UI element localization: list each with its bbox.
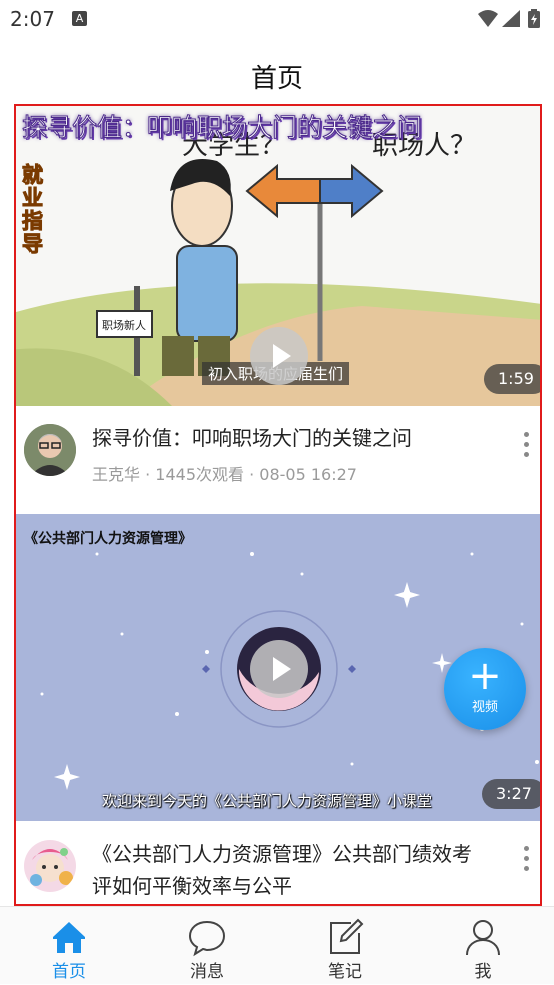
thumbnail-banner: 探寻价值：叩响职场大门的关键之问 bbox=[21, 113, 423, 143]
message-icon bbox=[188, 920, 226, 957]
video-thumbnail[interactable]: 职场新人 大学生？ 职场人？ 探寻价值：叩响职场大门的关键之问 就业指导 初入职… bbox=[16, 106, 540, 406]
title-bar: 首页 bbox=[0, 38, 554, 108]
play-button[interactable] bbox=[250, 327, 308, 385]
thumbnail-sign: 职场新人 bbox=[102, 318, 146, 332]
video-feed[interactable]: 职场新人 大学生？ 职场人？ 探寻价值：叩响职场大门的关键之问 就业指导 初入职… bbox=[14, 104, 542, 906]
note-icon bbox=[330, 918, 364, 954]
avatar[interactable] bbox=[24, 840, 76, 892]
video-title[interactable]: 《公共部门人力资源管理》公共部门绩效考评如何平衡效率与公平 bbox=[92, 838, 484, 902]
tab-home[interactable]: 首页 bbox=[0, 907, 138, 985]
add-video-button[interactable]: + 视频 bbox=[444, 648, 526, 730]
battery-icon bbox=[528, 9, 540, 28]
profile-icon bbox=[466, 920, 500, 956]
video-card[interactable]: 职场新人 大学生？ 职场人？ 探寻价值：叩响职场大门的关键之问 就业指导 初入职… bbox=[16, 106, 540, 514]
video-author[interactable]: 王克华 bbox=[92, 465, 140, 484]
thumbnail-side-text: 就业指导 bbox=[22, 163, 44, 256]
video-title[interactable]: 探寻价值：叩响职场大门的关键之问 bbox=[92, 422, 492, 454]
thumbnail-caption: 欢迎来到今天的《公共部门人力资源管理》小课堂 bbox=[102, 792, 433, 810]
meta-separator: · bbox=[249, 465, 260, 484]
avatar[interactable] bbox=[24, 424, 76, 476]
more-options-icon[interactable] bbox=[516, 844, 536, 874]
wifi-icon bbox=[478, 10, 498, 27]
page-title: 首页 bbox=[250, 64, 303, 94]
bottom-tab-bar: 首页 消息 笔记 我 bbox=[0, 906, 554, 984]
add-video-label: 视频 bbox=[471, 700, 498, 715]
tab-label: 我 bbox=[474, 962, 492, 982]
status-icons bbox=[476, 8, 546, 34]
tab-label: 消息 bbox=[190, 962, 224, 982]
play-button[interactable] bbox=[250, 640, 308, 698]
tab-notes[interactable]: 笔记 bbox=[276, 907, 414, 985]
video-views: 1445次观看 bbox=[155, 465, 245, 484]
status-bar: 2:07 A bbox=[0, 0, 554, 38]
notification-icon: A bbox=[72, 11, 87, 26]
home-icon bbox=[53, 922, 85, 953]
meta-separator: · bbox=[145, 465, 156, 484]
tab-label: 首页 bbox=[52, 962, 86, 982]
video-meta: 王克华 · 1445次观看 · 08-05 16:27 bbox=[92, 461, 357, 485]
thumbnail-topleft-text: 《公共部门人力资源管理》 bbox=[24, 531, 192, 547]
more-options-icon[interactable] bbox=[516, 430, 536, 460]
signal-icon bbox=[502, 10, 520, 27]
tab-profile[interactable]: 我 bbox=[414, 907, 552, 985]
video-date: 08-05 16:27 bbox=[259, 465, 357, 484]
video-duration: 3:27 bbox=[482, 779, 540, 809]
video-duration: 1:59 bbox=[484, 364, 540, 394]
tab-label: 笔记 bbox=[328, 962, 362, 982]
plus-icon: + bbox=[468, 653, 502, 699]
status-time: 2:07 bbox=[10, 7, 55, 31]
tab-messages[interactable]: 消息 bbox=[138, 907, 276, 985]
